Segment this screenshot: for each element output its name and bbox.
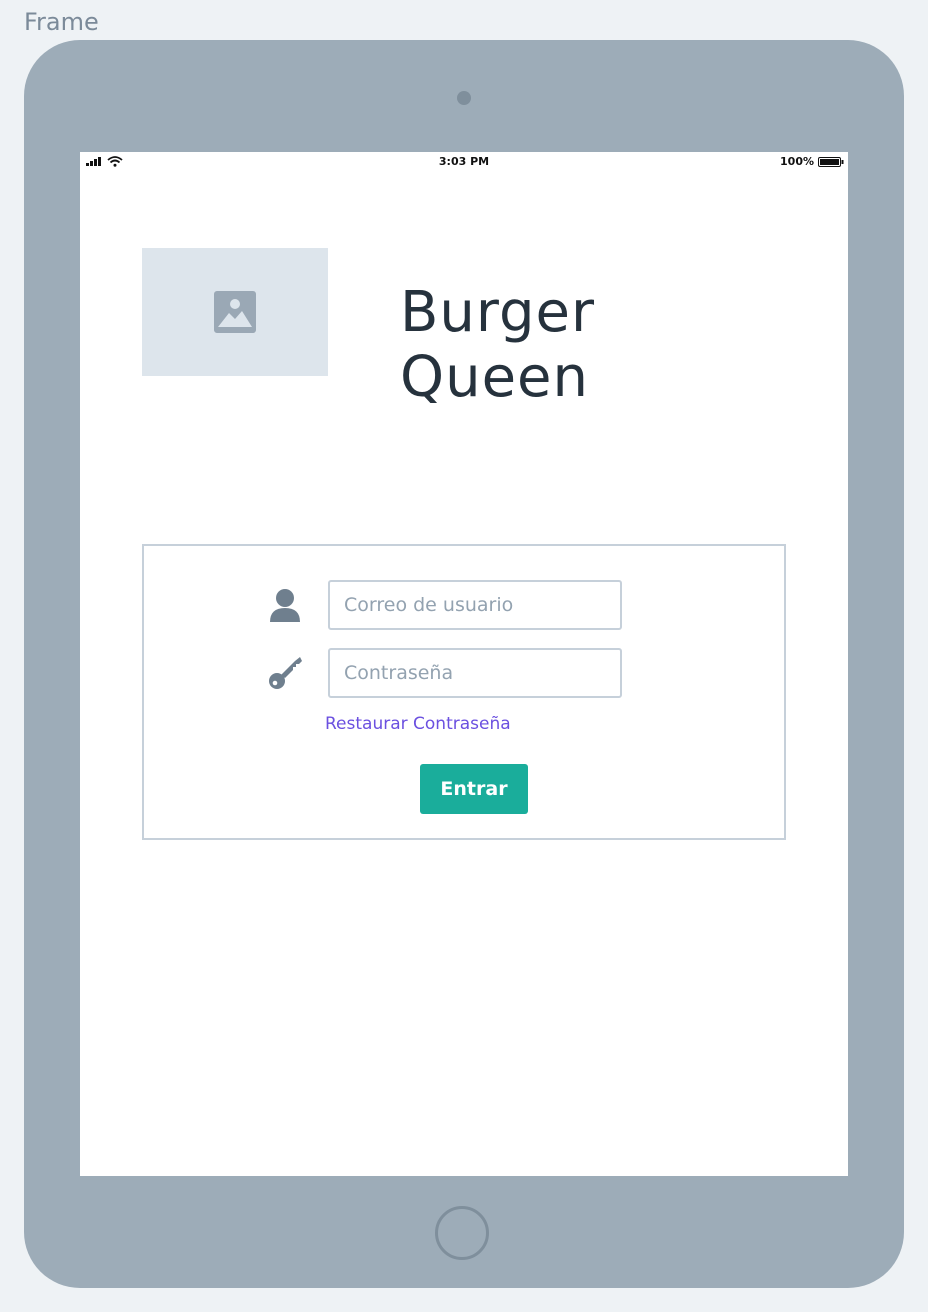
image-placeholder-icon [214,291,256,333]
login-submit-button[interactable]: Entrar [420,764,528,814]
restore-password-link[interactable]: Restaurar Contraseña [325,714,511,734]
frame-label: Frame [24,8,99,36]
password-input[interactable] [328,648,622,698]
status-bar: 3:03 PM 100% [80,152,848,172]
email-input[interactable] [328,580,622,630]
home-button[interactable] [435,1206,489,1260]
screen: 3:03 PM 100% Burger Queen Correo de usua… [80,152,848,1176]
camera-dot [457,91,471,105]
login-card: Restaurar Contraseña Entrar [142,544,786,840]
key-icon [269,657,302,689]
status-time: 3:03 PM [438,155,490,168]
logo-placeholder [142,248,328,376]
battery-icon [818,157,844,167]
battery-percent: 100% [780,155,814,168]
app-title: Burger Queen [400,280,595,410]
tablet-device: 3:03 PM 100% Burger Queen Correo de usua… [24,40,904,1288]
user-icon [270,589,300,622]
